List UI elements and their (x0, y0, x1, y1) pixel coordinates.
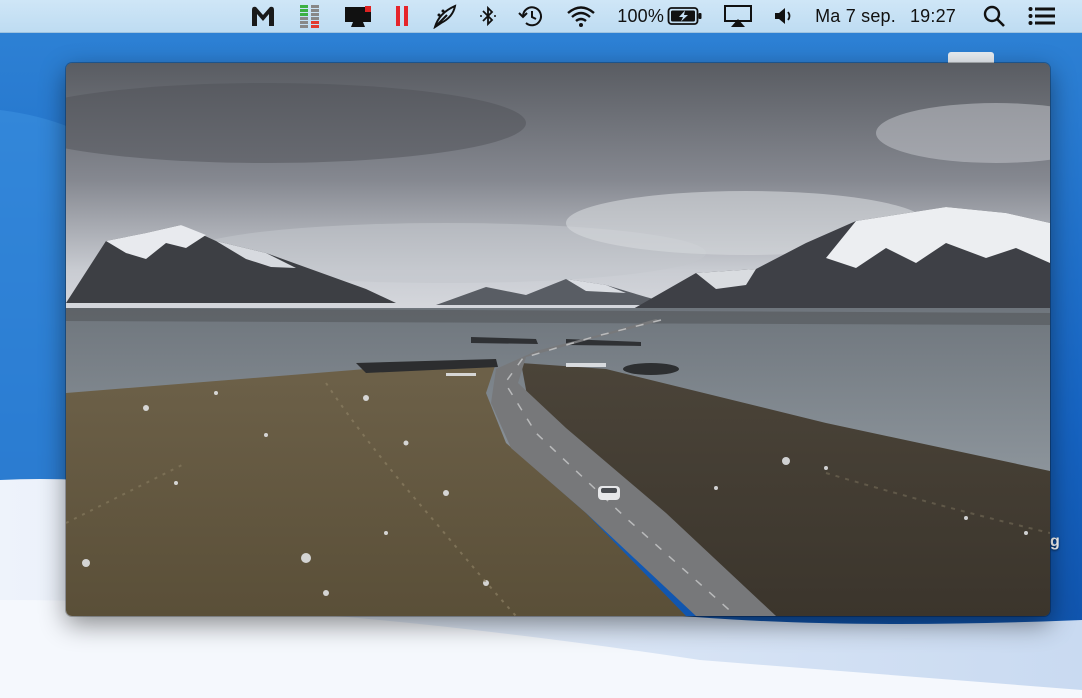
istat-stack-icon[interactable] (297, 0, 323, 33)
airplay-icon[interactable] (723, 0, 753, 33)
malwarebytes-icon[interactable] (249, 0, 277, 33)
battery-charging-icon (667, 7, 702, 25)
notification-center-icon[interactable] (1028, 0, 1056, 33)
battery-status[interactable]: 100% (617, 0, 703, 33)
menu-bar: 100% Ma 7 sep. 19:27 (0, 0, 1082, 33)
wifi-icon[interactable] (565, 0, 597, 33)
date-text: Ma 7 sep. (815, 5, 896, 26)
display-screen-icon[interactable] (343, 0, 373, 33)
video-frame (66, 63, 1050, 616)
bluetooth-icon[interactable] (479, 0, 497, 33)
time-machine-icon[interactable] (517, 0, 545, 33)
desktop-item-label-partial[interactable]: g (1050, 533, 1060, 551)
battery-percent: 100% (617, 5, 665, 26)
feather-pen-icon[interactable] (431, 0, 459, 33)
spotlight-search-icon[interactable] (982, 0, 1006, 33)
picture-in-picture-video[interactable] (66, 63, 1050, 616)
clock-text: 19:27 (909, 5, 956, 26)
pause-bars-icon[interactable] (393, 0, 411, 33)
date-time[interactable]: Ma 7 sep. 19:27 (815, 0, 956, 33)
volume-icon[interactable] (773, 0, 795, 33)
